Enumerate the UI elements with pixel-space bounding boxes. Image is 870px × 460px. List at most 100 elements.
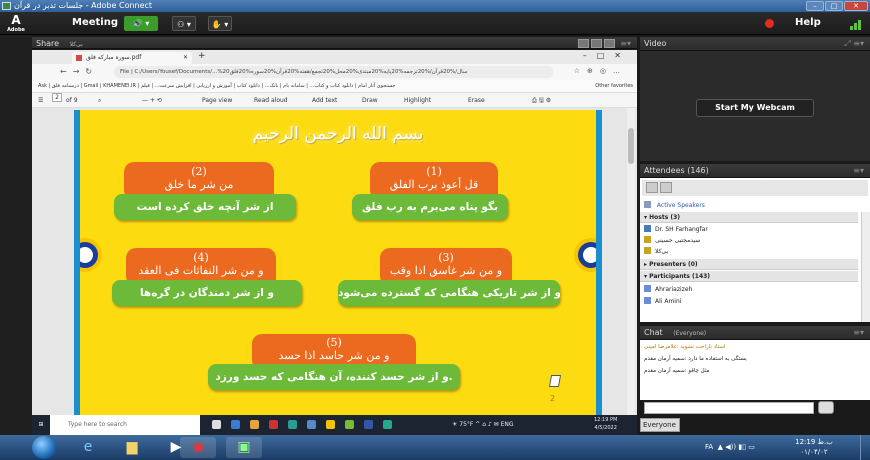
raise-hand-button[interactable]: ✋ ▾ (208, 16, 232, 31)
edge-icon[interactable] (231, 420, 240, 429)
verse-3-arabic: و من شر غاسق اذا وقب (389, 264, 503, 277)
attendee-row[interactable]: Ahrariazizeh (640, 284, 858, 295)
browser-tab-title: سوره مبارکه فلق.pdf (86, 54, 142, 61)
internet-explorer-icon[interactable]: e (70, 437, 106, 458)
search-icon[interactable]: ⌕ (98, 93, 101, 108)
list-view-icon[interactable] (646, 182, 658, 193)
maximize-button[interactable]: □ (825, 1, 843, 11)
slide-page-number: 2 (550, 394, 556, 403)
bookmarks-list[interactable]: Ask | درسنامه فلق | Gmail | KHAMENEI.IR … (38, 83, 395, 89)
show-desktop-button[interactable] (860, 435, 870, 460)
app-blue-icon[interactable] (307, 420, 316, 429)
app-green-icon[interactable] (345, 420, 354, 429)
share-tool-2-icon[interactable] (591, 39, 602, 48)
taskbar-search-input[interactable]: Type here to search (50, 415, 200, 435)
tab-close-icon[interactable]: ✕ (183, 52, 188, 64)
verse-2-persian: از شر آنچه خلق کرده است (114, 194, 296, 220)
zoom-controls[interactable]: — + ⟲ (142, 93, 162, 108)
app-red-icon[interactable] (269, 420, 278, 429)
left-margin (0, 35, 32, 435)
minimize-button[interactable]: – (806, 1, 824, 11)
chat-send-button[interactable] (818, 401, 834, 414)
chat-pod-menu-icon[interactable]: ≡▾ (853, 326, 864, 340)
system-tray: FA ▲ ◀)) ▮▯ ▭ (705, 443, 755, 451)
pdf-scrollbar[interactable] (627, 108, 635, 415)
browser-tab[interactable]: سوره مبارکه فلق.pdf ✕ (72, 52, 192, 64)
active-speakers-row: Active Speakers (640, 200, 858, 211)
pdf-tool-draw[interactable]: Draw (362, 93, 378, 108)
verse-1-persian: بگو پناه می‌برم به رب فلق (352, 194, 508, 220)
window-title: جلسات تدبر در قرآن - Adobe Connect (14, 1, 153, 10)
video-pod: Start My Webcam (640, 51, 870, 161)
browser-toolbar-icons[interactable]: ☆⊕◎… (574, 67, 627, 75)
verse-4-number: (4) (193, 251, 209, 264)
adobe-connect-app-icon[interactable]: ▣ (226, 437, 262, 458)
pdf-toolbar: ☰ 2 of 9 ⌕ — + ⟲ Page view Read aloud Ad… (32, 93, 637, 108)
start-webcam-button[interactable]: Start My Webcam (696, 99, 814, 117)
explorer-icon[interactable] (250, 420, 259, 429)
attendees-pod-title: Attendees (644, 166, 685, 175)
contents-icon[interactable]: ☰ (38, 93, 43, 108)
word-icon[interactable] (364, 420, 373, 429)
chrome-taskbar-icon[interactable]: ◉ (180, 437, 216, 458)
pdf-tool-read-aloud[interactable]: Read aloud (254, 93, 288, 108)
share-pod-menu-icon[interactable]: ≡▾ (620, 37, 631, 51)
app-teal-icon[interactable] (288, 420, 297, 429)
browser-window-controls[interactable]: –□✕ (583, 51, 631, 60)
app-icon (2, 2, 11, 10)
window-title-bar: جلسات تدبر در قرآن - Adobe Connect – □ ✕ (0, 0, 870, 12)
share-pod-title: Share (36, 39, 60, 48)
system-time: 12:19 ب.ظ (795, 438, 833, 446)
other-favorites[interactable]: Other favorites (595, 80, 633, 92)
close-window-button[interactable]: ✕ (844, 1, 868, 11)
pdf-tool-erase[interactable]: Erase (468, 93, 485, 108)
attendee-row[interactable]: Ali Amini (640, 296, 858, 307)
meeting-menu[interactable]: Meeting (72, 17, 118, 28)
file-explorer-icon[interactable]: ▆ (114, 437, 150, 458)
pdf-viewer: بسم الله الرحمن الرحیم (1) قل أعوذ برب ا… (32, 108, 637, 415)
attendees-scrollbar[interactable] (861, 212, 870, 322)
speaker-icon (644, 201, 651, 208)
camera-button[interactable]: ⚇ ▾ (172, 16, 196, 31)
page-number-input[interactable]: 2 (52, 93, 62, 102)
speaker-button[interactable]: 🔊 ▾ (124, 16, 158, 31)
chat-message: استاد ناراحت نشوید :غلامرضا امینی (644, 344, 726, 350)
attendee-row[interactable]: سیدمجتبی حسینی (640, 235, 858, 246)
nav-buttons[interactable]: ←→↻ (60, 67, 98, 76)
attendee-row[interactable]: Dr. SH Farhangfar (640, 224, 858, 235)
system-clock[interactable]: 12:19 ب.ظ ۰۱/۰۴/۰۲ (790, 437, 838, 457)
pdf-tool-add-text[interactable]: Add text (312, 93, 337, 108)
sort-icon[interactable] (660, 182, 672, 193)
hosts-group[interactable]: ▾ Hosts (3) (640, 212, 858, 223)
pdf-tool-page-view[interactable]: Page view (202, 93, 232, 108)
host-icon (644, 236, 651, 243)
chat-recipient-select[interactable]: Everyone (640, 418, 680, 432)
adobe-connect-taskbar-icon[interactable] (383, 420, 392, 429)
presenters-group[interactable]: ▸ Presenters (0) (640, 259, 858, 270)
help-menu[interactable]: Help (795, 17, 821, 28)
video-pod-menu-icon[interactable]: ⤢ ≡▾ (844, 37, 864, 51)
fullscreen-icon[interactable] (604, 39, 615, 48)
language-indicator[interactable]: FA (705, 443, 713, 451)
video-pod-header: Video ⤢ ≡▾ (640, 37, 870, 51)
address-bar-row: ←→↻ File | C:/Users/Yousef/Documents/...… (32, 64, 637, 80)
attendees-pod-menu-icon[interactable]: ≡▾ (853, 164, 864, 178)
chat-input[interactable] (644, 402, 814, 414)
new-tab-icon[interactable]: + (198, 51, 206, 61)
participants-group[interactable]: ▾ Participants (143) (640, 271, 858, 282)
print-save-icons[interactable]: ⎙ 🖫 ⚙ (532, 93, 551, 108)
attendee-row[interactable]: بی‌کلا (640, 246, 858, 257)
host-icon (644, 247, 651, 254)
taskview-icon[interactable] (212, 420, 221, 429)
verse-5-number: (5) (326, 336, 342, 349)
pdf-tool-highlight[interactable]: Highlight (404, 93, 431, 108)
share-tool-1-icon[interactable] (578, 39, 589, 48)
shared-windows-taskbar: ⊞ Type here to search ☀ 75°F ^ ⌂ ♪ ✉ ENG… (32, 415, 637, 435)
windows-start-icon[interactable]: ⊞ (32, 415, 50, 435)
taskbar-tray: ☀ 75°F ^ ⌂ ♪ ✉ ENG (452, 421, 514, 428)
pdf-slide: بسم الله الرحمن الرحیم (1) قل أعوذ برب ا… (74, 110, 602, 415)
page-count: of 9 (66, 97, 78, 104)
start-orb-icon[interactable] (32, 436, 56, 459)
chrome-icon[interactable] (326, 420, 335, 429)
url-field[interactable]: File | C:/Users/Yousef/Documents/...%20س… (114, 66, 554, 78)
